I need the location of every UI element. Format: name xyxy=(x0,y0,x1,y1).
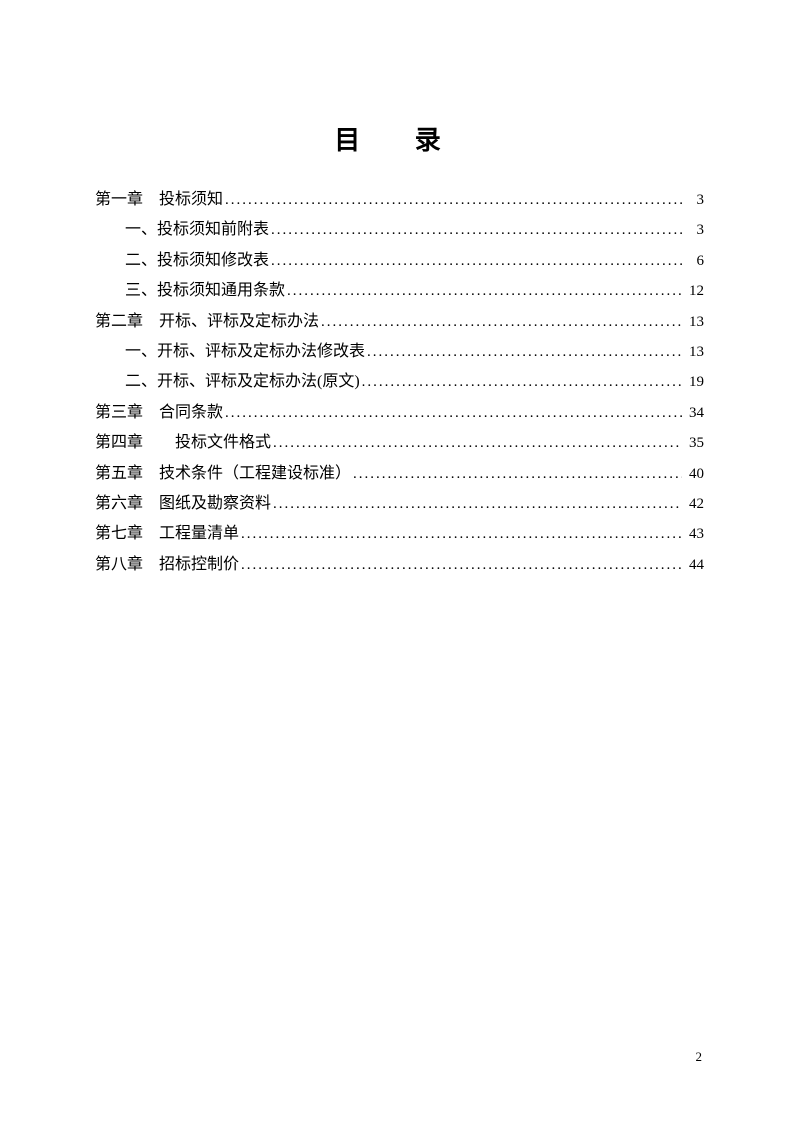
toc-entry-page: 13 xyxy=(682,308,704,337)
toc-entry: 第二章 开标、评标及定标办法 13 xyxy=(95,307,704,337)
toc-entry: 第四章 投标文件格式 35 xyxy=(95,428,704,458)
toc-entry-page: 19 xyxy=(682,368,704,397)
document-page: 目 录 第一章 投标须知3一、投标须知前附表3二、投标须知修改表6三、投标须知通… xyxy=(0,0,794,640)
toc-leader-dots xyxy=(239,520,682,549)
toc-entry: 第六章 图纸及勘察资料 42 xyxy=(95,489,704,519)
toc-leader-dots xyxy=(269,216,682,245)
toc-entry-text: 第七章 工程量清单 xyxy=(95,519,239,549)
toc-entry: 三、投标须知通用条款 12 xyxy=(95,276,704,306)
toc-entry-text: 二、投标须知修改表 xyxy=(125,246,269,276)
toc-entry-text: 第四章 投标文件格式 xyxy=(95,428,271,458)
toc-entry-text: 第八章 招标控制价 xyxy=(95,550,239,580)
toc-entry: 第五章 技术条件（工程建设标准） 40 xyxy=(95,459,704,489)
toc-entry-page: 12 xyxy=(682,277,704,306)
toc-entry-page: 42 xyxy=(682,490,704,519)
toc-entry: 第一章 投标须知 3 xyxy=(95,185,704,215)
toc-entry-text: 第五章 技术条件（工程建设标准） xyxy=(95,459,351,489)
toc-entry-page: 3 xyxy=(682,186,704,215)
page-number: 2 xyxy=(696,1049,703,1065)
toc-entry-text: 第二章 开标、评标及定标办法 xyxy=(95,307,319,337)
toc-entry-page: 40 xyxy=(682,460,704,489)
toc-leader-dots xyxy=(365,338,682,367)
toc-entry-page: 13 xyxy=(682,338,704,367)
toc-entry-page: 6 xyxy=(682,247,704,276)
toc-entry: 一、投标须知前附表 3 xyxy=(95,215,704,245)
page-title: 目 录 xyxy=(95,120,704,157)
toc-entry-text: 第六章 图纸及勘察资料 xyxy=(95,489,271,519)
toc-entry-page: 3 xyxy=(682,216,704,245)
toc-entry-text: 一、投标须知前附表 xyxy=(125,215,269,245)
toc-entry: 二、开标、评标及定标办法(原文) 19 xyxy=(95,367,704,397)
toc-entry-page: 44 xyxy=(682,551,704,580)
toc-entry-page: 43 xyxy=(682,520,704,549)
toc-entry-text: 二、开标、评标及定标办法(原文) xyxy=(125,367,360,397)
toc-leader-dots xyxy=(223,186,682,215)
toc-leader-dots xyxy=(319,308,682,337)
toc-entry: 一、开标、评标及定标办法修改表 13 xyxy=(95,337,704,367)
toc-leader-dots xyxy=(360,368,682,397)
table-of-contents: 第一章 投标须知 3 一、投标须知前附表 3 二、投标须知修改表 6 三、投标须知通用条款 1… xyxy=(95,185,704,580)
toc-leader-dots xyxy=(285,277,682,306)
toc-leader-dots xyxy=(239,551,682,580)
toc-entry: 第三章 合同条款 34 xyxy=(95,398,704,428)
toc-entry: 二、投标须知修改表 6 xyxy=(95,246,704,276)
toc-entry-page: 35 xyxy=(682,429,704,458)
toc-entry-page: 34 xyxy=(682,399,704,428)
toc-leader-dots xyxy=(223,399,682,428)
toc-entry-text: 第三章 合同条款 xyxy=(95,398,223,428)
toc-entry-text: 第一章 投标须知 xyxy=(95,185,223,215)
toc-leader-dots xyxy=(351,460,682,489)
toc-entry-text: 三、投标须知通用条款 xyxy=(125,276,285,306)
toc-leader-dots xyxy=(271,429,682,458)
toc-leader-dots xyxy=(271,490,682,519)
toc-entry: 第七章 工程量清单 43 xyxy=(95,519,704,549)
toc-entry-text: 一、开标、评标及定标办法修改表 xyxy=(125,337,365,367)
toc-leader-dots xyxy=(269,247,682,276)
toc-entry: 第八章 招标控制价 44 xyxy=(95,550,704,580)
